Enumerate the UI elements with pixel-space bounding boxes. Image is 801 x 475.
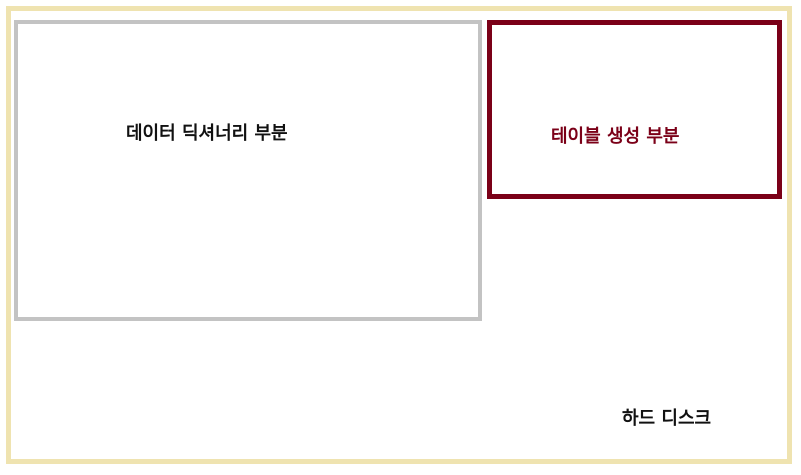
- hard-disk-label: 하드 디스크: [622, 408, 712, 429]
- table-creation-label: 테이블 생성 부분: [551, 126, 680, 147]
- data-dictionary-label: 데이터 딕셔너리 부분: [126, 123, 288, 144]
- diagram-canvas: 데이터 딕셔너리 부분 테이블 생성 부분 하드 디스크: [0, 0, 801, 475]
- table-creation-region: [487, 20, 782, 199]
- data-dictionary-region: [14, 20, 482, 321]
